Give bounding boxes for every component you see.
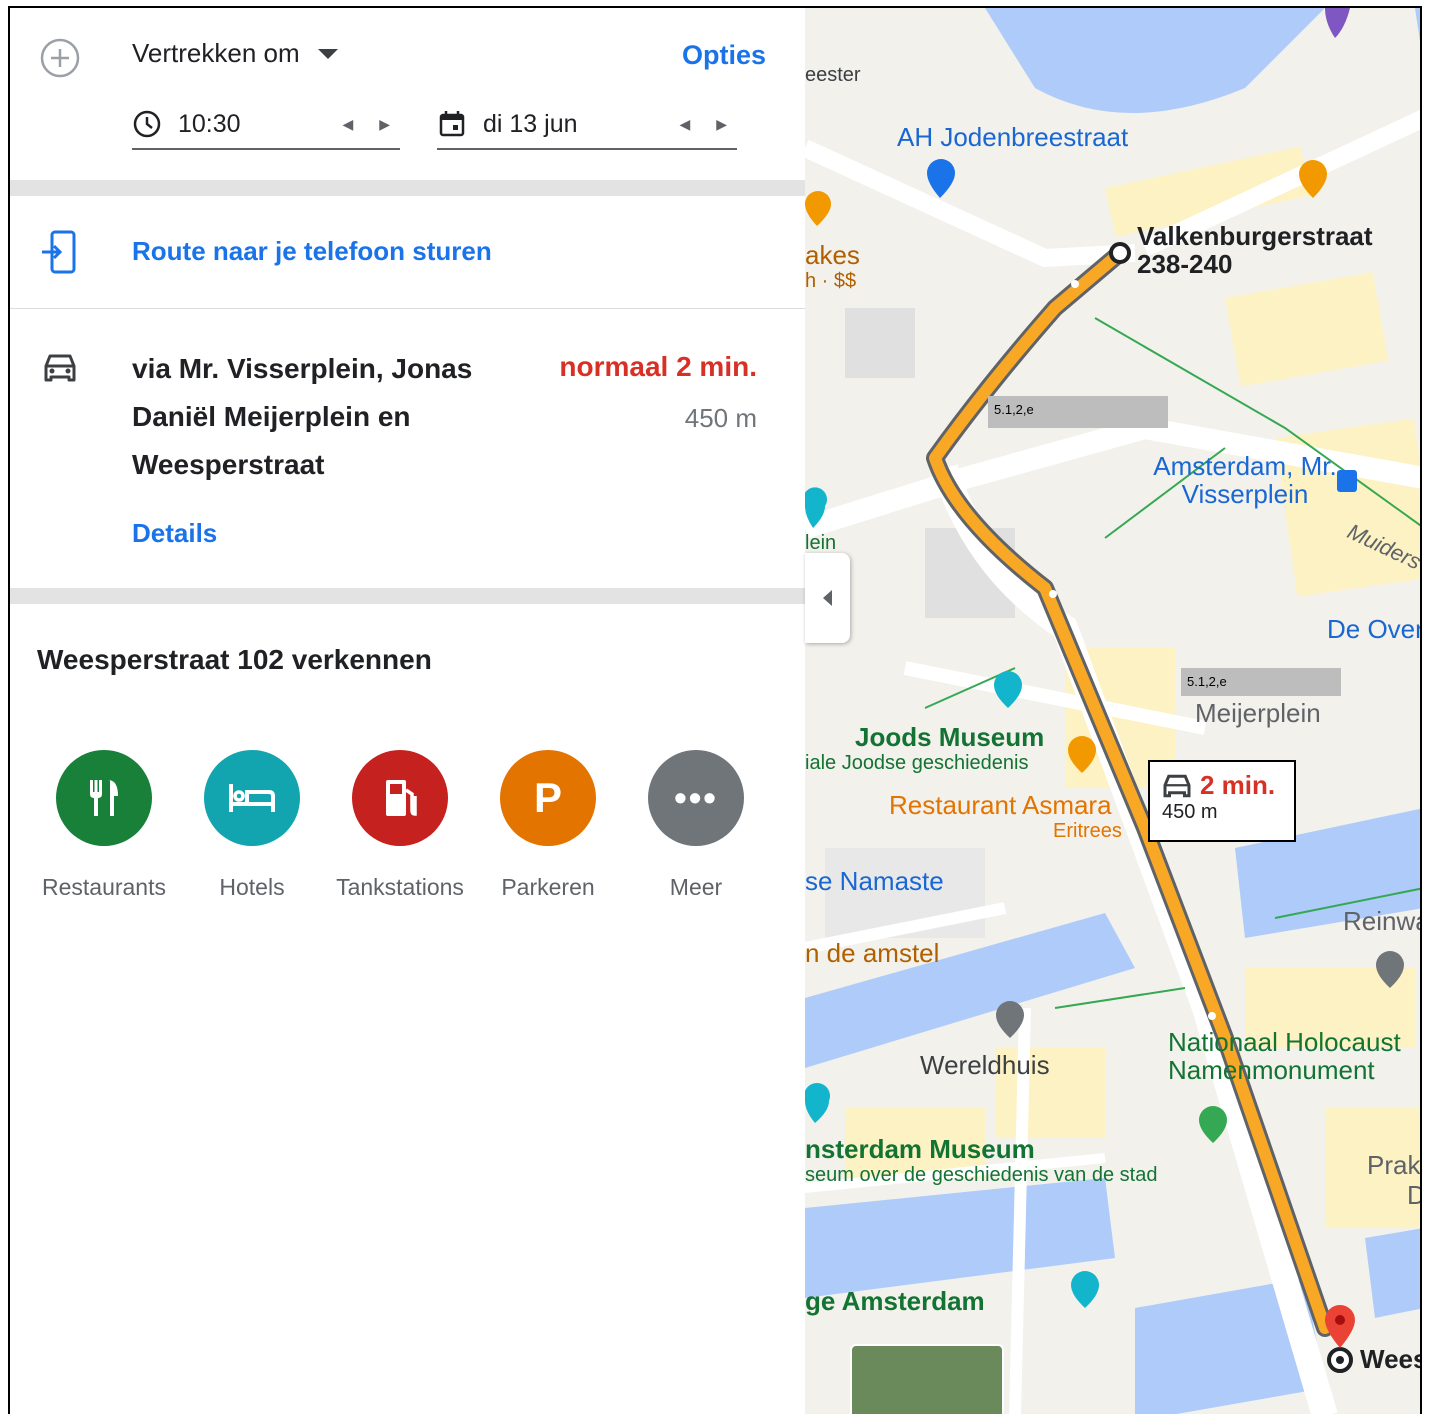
shop-pin-icon xyxy=(927,159,955,198)
collapse-panel-button[interactable] xyxy=(805,553,850,643)
category-label: Parkeren xyxy=(501,874,595,900)
time-value: 10:30 xyxy=(178,109,241,138)
send-to-phone-icon xyxy=(42,230,76,274)
redacted-label: 5.1,2,e xyxy=(1181,668,1341,696)
callout-duration: 2 min. xyxy=(1200,770,1276,800)
explore-title: Weesperstraat 102 verkennen xyxy=(37,644,432,675)
start-location-label: Valkenburgerstraat 238-240 xyxy=(1137,221,1373,279)
map-label: Restaurant Asmara xyxy=(889,790,1112,820)
dropdown-arrow-icon xyxy=(317,48,338,59)
map-label: Wereldhuis xyxy=(920,1050,1050,1080)
transit-station-icon xyxy=(1337,470,1357,492)
section-divider xyxy=(10,180,805,196)
date-next-icon[interactable]: ▶ xyxy=(716,116,727,133)
calendar-icon xyxy=(439,111,465,137)
category-hotels[interactable]: Hotels xyxy=(178,750,326,901)
date-field[interactable]: di 13 jun ◀ ▶ xyxy=(437,100,737,150)
section-divider xyxy=(10,588,805,604)
map-label: h · $$ xyxy=(805,270,857,292)
route-duration: normaal 2 min. xyxy=(559,351,757,382)
category-label: Hotels xyxy=(219,874,285,900)
details-link[interactable]: Details xyxy=(132,518,217,549)
depart-label: Vertrekken om xyxy=(132,38,300,68)
category-label: Meer xyxy=(669,874,723,900)
category-label: Tankstations xyxy=(336,874,464,900)
send-to-phone-link[interactable]: Route naar je telefoon sturen xyxy=(132,236,492,267)
museum-pin-icon xyxy=(994,671,1022,708)
app-frame: Vertrekken om Opties 10:30 ◀ ▶ di 13 jun … xyxy=(8,6,1422,1414)
car-icon xyxy=(44,354,76,382)
add-destination-icon[interactable] xyxy=(40,38,80,78)
time-field[interactable]: 10:30 ◀ ▶ xyxy=(132,100,400,150)
map-label: n de amstel xyxy=(805,938,940,968)
map-label: Meijerplein xyxy=(1195,698,1321,728)
map-label: Prak xyxy=(1367,1150,1421,1180)
date-value: di 13 jun xyxy=(483,109,578,138)
map-label: iale Joodse geschiedenis xyxy=(805,752,1029,774)
category-restaurants[interactable]: Restaurants xyxy=(30,750,178,901)
map-canvas[interactable] xyxy=(805,8,1422,1414)
map-label: D xyxy=(1407,1180,1420,1211)
map-label: Joods Museum xyxy=(855,722,1045,752)
museum-pin-icon xyxy=(805,1083,830,1123)
parking-icon[interactable]: P xyxy=(500,750,596,846)
map-label: se Namaste xyxy=(805,866,944,896)
category-label: Restaurants xyxy=(41,874,166,900)
start-point-icon xyxy=(1109,242,1131,264)
separator xyxy=(10,308,805,309)
landmark-pin-icon xyxy=(1071,1271,1099,1308)
clock-icon xyxy=(133,110,161,138)
map-label: seum over de geschiedenis van de stad xyxy=(805,1164,1158,1186)
route-description: via Mr. Visserplein, Jonas Daniël Meijer… xyxy=(132,353,473,480)
nearby-categories: Restaurants Hotels Tankstations P Parker… xyxy=(30,750,770,901)
callout-distance: 450 m xyxy=(1162,801,1218,823)
redacted-label: 5.1,2,e xyxy=(988,396,1168,428)
car-icon xyxy=(1163,774,1191,797)
restaurant-pin-icon xyxy=(805,191,831,226)
chevron-left-icon xyxy=(823,590,832,606)
map-view[interactable]: eester AH Jodenbreestraat Valkenburgerst… xyxy=(805,8,1422,1414)
category-parking[interactable]: P Parkeren xyxy=(474,750,622,901)
hotel-icon[interactable] xyxy=(204,750,300,846)
depart-dropdown[interactable]: Vertrekken om xyxy=(132,38,338,69)
route-distance: 450 m xyxy=(684,403,757,433)
map-label: Nationaal Holocaust Namenmonument xyxy=(1168,1027,1401,1085)
options-button[interactable]: Opties xyxy=(682,40,766,71)
map-label: lein xyxy=(805,532,837,554)
time-prev-icon[interactable]: ◀ xyxy=(342,116,353,133)
time-next-icon[interactable]: ▶ xyxy=(379,116,390,133)
directions-panel: Vertrekken om Opties 10:30 ◀ ▶ di 13 jun … xyxy=(10,8,805,1414)
map-label: AH Jodenbreestraat xyxy=(897,122,1129,152)
park-pin-icon xyxy=(1199,1106,1227,1143)
map-label: De Over xyxy=(1327,614,1422,644)
gas-station-icon[interactable] xyxy=(352,750,448,846)
satellite-layer-thumbnail[interactable] xyxy=(850,1344,1004,1414)
map-label: nsterdam Museum xyxy=(805,1134,1035,1164)
more-icon[interactable]: ••• xyxy=(648,750,744,846)
transit-station-label: Amsterdam, Mr. Visserplein xyxy=(1153,451,1337,509)
destination-pin-icon xyxy=(1325,1305,1355,1348)
date-prev-icon[interactable]: ◀ xyxy=(679,116,690,133)
map-label: akes xyxy=(805,240,860,270)
map-label: Eritrees xyxy=(1053,820,1122,842)
category-gas-stations[interactable]: Tankstations xyxy=(326,750,474,901)
map-label: Reinwa xyxy=(1343,906,1422,936)
category-more[interactable]: ••• Meer xyxy=(622,750,770,901)
destination-label: Wees xyxy=(1360,1344,1422,1374)
restaurant-icon[interactable] xyxy=(56,750,152,846)
map-label: ge Amsterdam xyxy=(805,1286,985,1316)
map-label: eester xyxy=(805,64,861,86)
route-callout[interactable]: 2 min. 450 m xyxy=(1148,760,1296,842)
